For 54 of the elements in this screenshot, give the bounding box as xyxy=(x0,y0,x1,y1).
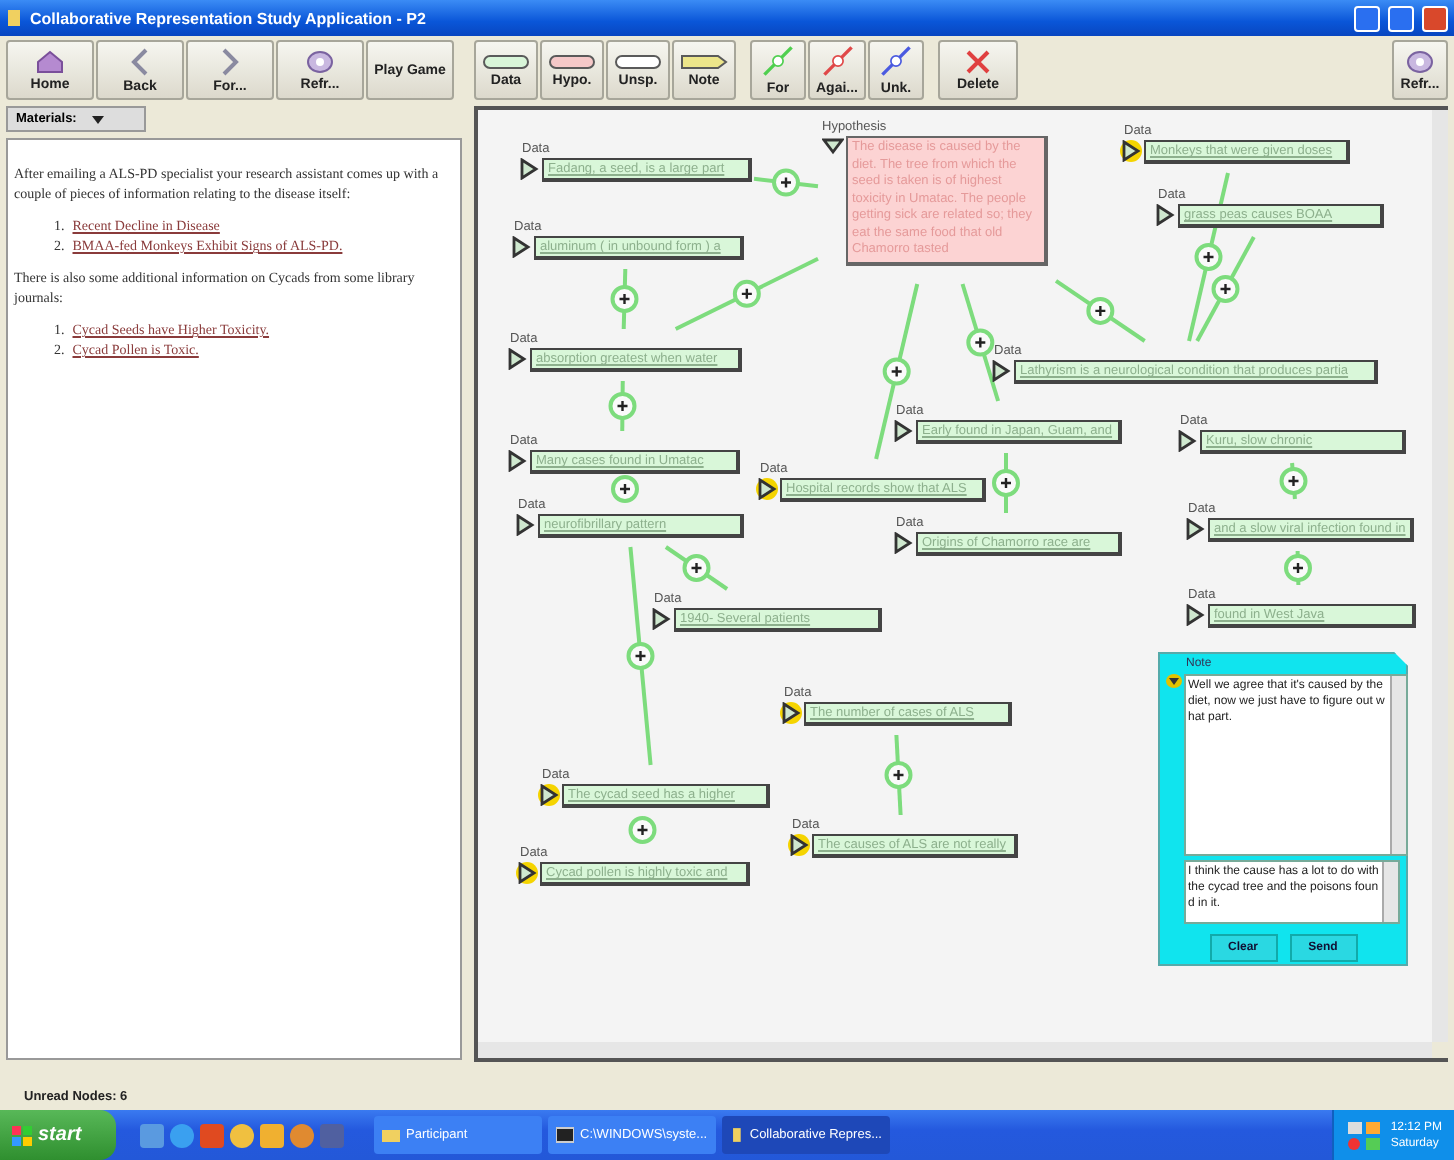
expand-arrow-icon[interactable] xyxy=(788,834,810,856)
house-icon xyxy=(36,49,64,73)
expand-arrow-icon[interactable] xyxy=(1184,604,1206,626)
expand-arrow-icon[interactable] xyxy=(892,420,914,442)
close-button[interactable] xyxy=(1422,5,1448,31)
oppose-link-icon xyxy=(817,44,857,78)
expand-arrow-icon[interactable] xyxy=(780,702,802,724)
scroll-bar[interactable] xyxy=(478,1042,1432,1058)
unknown-link-icon xyxy=(876,44,917,78)
expand-arrow-icon[interactable] xyxy=(1184,518,1206,540)
quick-launch-icons[interactable] xyxy=(140,1121,350,1149)
windows-logo-icon xyxy=(12,1125,32,1145)
expand-arrow-icon[interactable] xyxy=(1154,204,1176,226)
refresh-icon xyxy=(1406,49,1434,73)
expand-arrow-icon[interactable] xyxy=(990,360,1012,382)
dropdown-arrow-icon xyxy=(92,115,105,123)
app-icon xyxy=(730,1126,744,1144)
map-canvas[interactable] xyxy=(478,110,1432,1042)
app-icon xyxy=(6,8,22,28)
expand-arrow-icon[interactable] xyxy=(518,158,540,180)
expand-arrow-icon[interactable] xyxy=(516,862,538,884)
link-line[interactable] xyxy=(674,256,819,331)
data-node-icon xyxy=(482,53,530,69)
expand-arrow-icon[interactable] xyxy=(514,514,536,536)
link-line[interactable] xyxy=(753,168,819,197)
hypothesis-node-icon xyxy=(548,53,596,69)
expand-arrow-icon[interactable] xyxy=(538,784,560,806)
tray-icons xyxy=(1346,1119,1383,1151)
support-link-icon xyxy=(758,44,798,78)
link-line[interactable] xyxy=(992,453,1020,513)
link-line[interactable] xyxy=(874,283,920,460)
window-title: Collaborative Representation Study Application - P2 xyxy=(30,9,428,27)
minimize-button[interactable] xyxy=(1354,5,1380,31)
expand-arrow-icon[interactable] xyxy=(506,450,528,472)
expand-arrow-icon[interactable] xyxy=(650,608,672,630)
note-icon xyxy=(1166,674,1182,688)
scroll-bar[interactable] xyxy=(1432,110,1448,1042)
expand-arrow-icon[interactable] xyxy=(892,532,914,554)
delete-icon xyxy=(966,49,991,73)
back-icon xyxy=(130,47,150,75)
unspecified-node-icon xyxy=(614,53,662,69)
expand-arrow-icon[interactable] xyxy=(510,236,532,258)
maximize-button[interactable] xyxy=(1388,5,1414,31)
expand-arrow-icon[interactable] xyxy=(1176,430,1198,452)
expand-arrow-icon[interactable] xyxy=(1120,140,1142,162)
note-node-icon xyxy=(680,53,728,69)
forward-icon xyxy=(220,47,240,75)
expand-arrow-icon[interactable] xyxy=(756,478,778,500)
scroll-bar[interactable] xyxy=(1390,676,1406,854)
folder-icon xyxy=(382,1126,400,1144)
expand-arrow-icon[interactable] xyxy=(506,348,528,370)
refresh-icon xyxy=(306,49,334,73)
expand-arrow-icon[interactable] xyxy=(822,136,844,158)
console-icon xyxy=(556,1126,574,1144)
